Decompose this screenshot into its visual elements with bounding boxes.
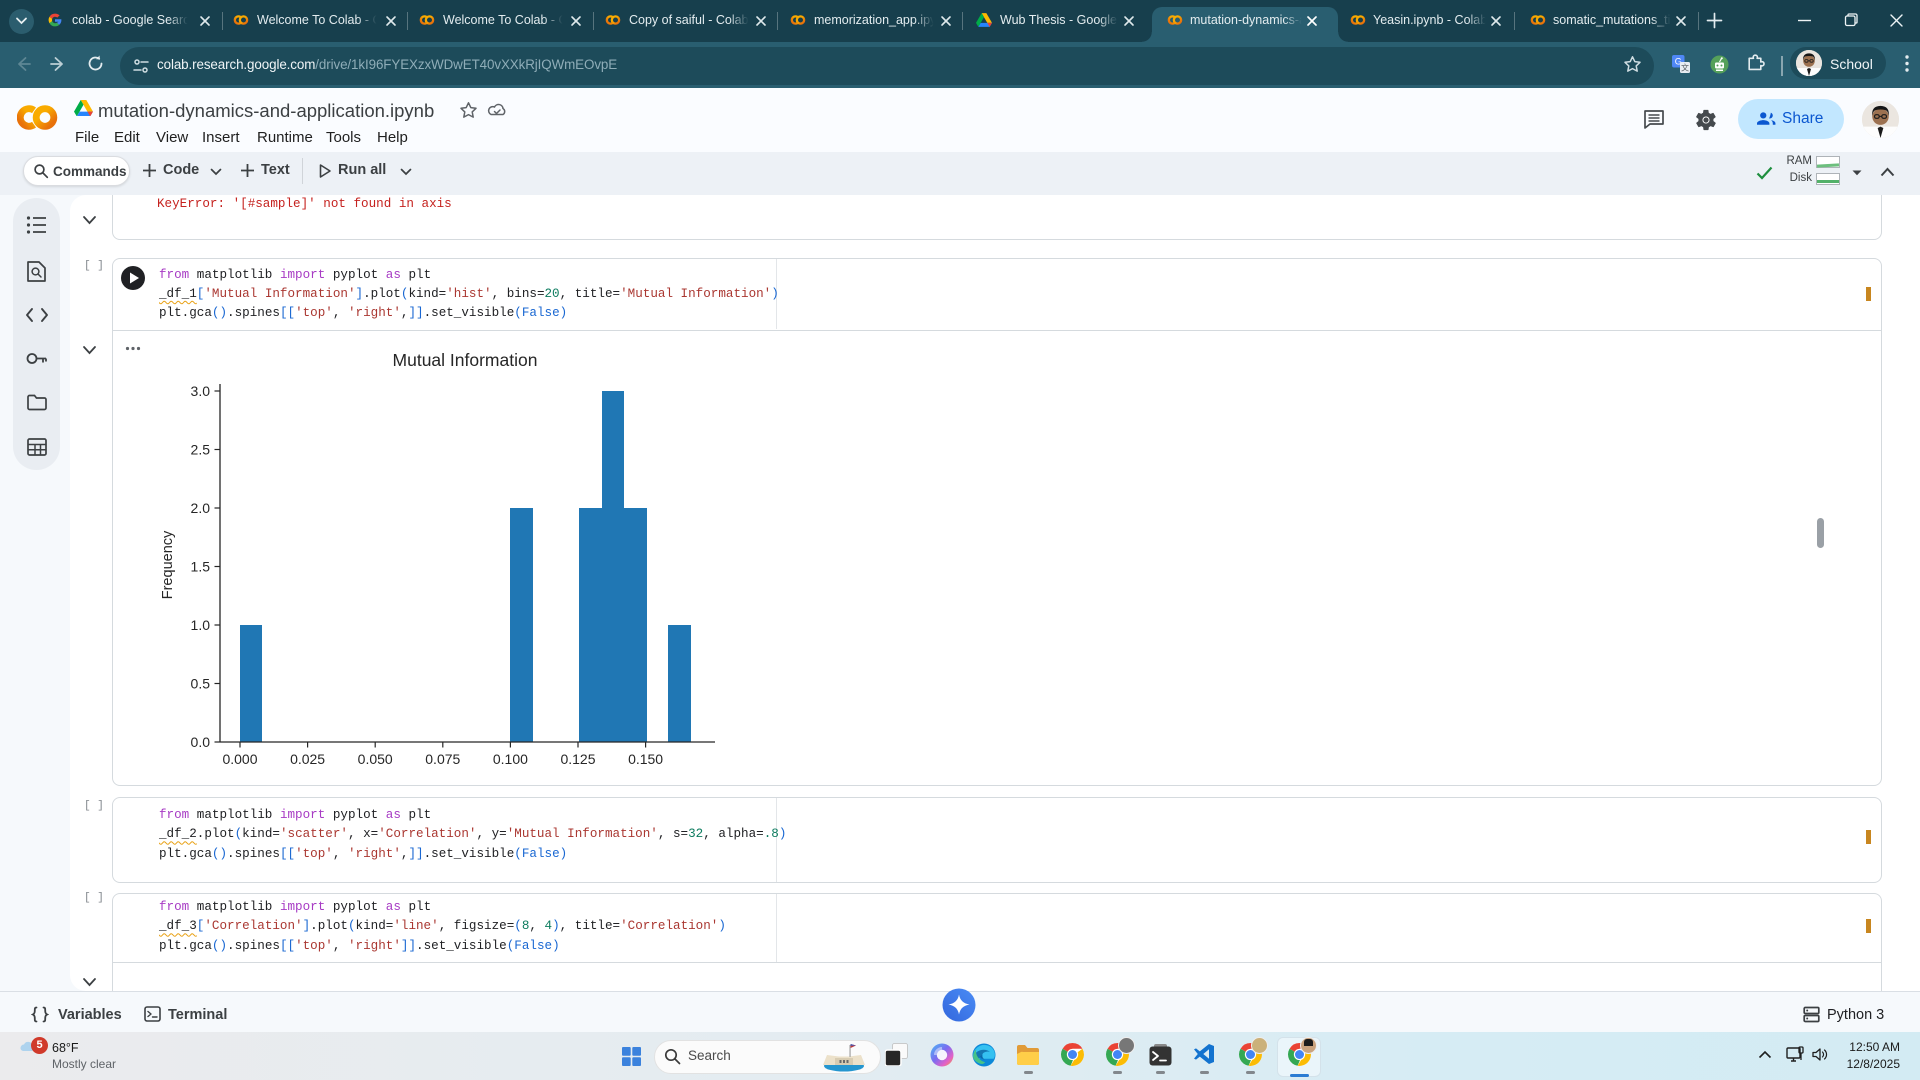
svg-text:0.150: 0.150	[628, 751, 663, 767]
svg-text:0.5: 0.5	[191, 676, 211, 692]
svg-text:Frequency: Frequency	[160, 530, 176, 599]
svg-text:Mutual Information: Mutual Information	[393, 350, 538, 370]
svg-text:1.0: 1.0	[191, 617, 211, 633]
svg-text:0.025: 0.025	[290, 751, 325, 767]
svg-text:0.050: 0.050	[358, 751, 393, 767]
svg-text:0.0: 0.0	[191, 734, 211, 750]
svg-text:0.100: 0.100	[493, 751, 528, 767]
svg-text:0.075: 0.075	[425, 751, 460, 767]
svg-text:2.5: 2.5	[191, 442, 211, 458]
svg-text:3.0: 3.0	[191, 383, 211, 399]
svg-text:2.0: 2.0	[191, 500, 211, 516]
svg-text:0.000: 0.000	[222, 751, 257, 767]
svg-text:1.5: 1.5	[191, 559, 211, 575]
svg-text:0.125: 0.125	[560, 751, 595, 767]
svg-text:文: 文	[1681, 63, 1689, 73]
